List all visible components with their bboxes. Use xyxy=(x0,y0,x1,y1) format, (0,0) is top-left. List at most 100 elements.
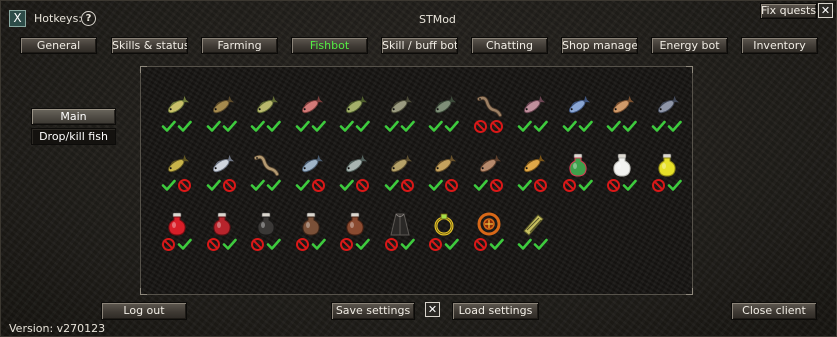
ban-icon[interactable] xyxy=(311,178,326,193)
tab-skills-status[interactable]: Skills & status xyxy=(111,37,188,54)
tab-skill-buff-bot[interactable]: Skill / buff bot xyxy=(381,37,458,54)
check-icon[interactable] xyxy=(250,119,265,134)
check-icon[interactable] xyxy=(578,178,593,193)
item-slot xyxy=(562,152,598,211)
tab-energy-bot[interactable]: Energy bot xyxy=(651,37,728,54)
check-icon[interactable] xyxy=(222,237,237,252)
tab-shop-manager[interactable]: Shop manager xyxy=(561,37,638,54)
ban-icon[interactable] xyxy=(355,178,370,193)
check-icon[interactable] xyxy=(444,237,459,252)
check-icon[interactable] xyxy=(295,119,310,134)
sidebar-item-drop-kill-fish[interactable]: Drop/kill fish xyxy=(31,128,116,145)
check-icon[interactable] xyxy=(428,119,443,134)
check-icon[interactable] xyxy=(339,178,354,193)
check-icon[interactable] xyxy=(295,178,310,193)
item-toggle-group xyxy=(517,119,553,134)
check-icon[interactable] xyxy=(400,119,415,134)
tab-general[interactable]: General xyxy=(20,37,97,54)
panel-corner xyxy=(686,288,693,295)
check-icon[interactable] xyxy=(206,178,221,193)
eel-icon xyxy=(253,152,279,178)
tab-fishbot[interactable]: Fishbot xyxy=(291,37,368,54)
ban-icon[interactable] xyxy=(562,178,577,193)
item-slot xyxy=(161,93,197,152)
ban-icon[interactable] xyxy=(222,178,237,193)
item-toggle-group xyxy=(384,237,420,252)
check-icon[interactable] xyxy=(606,119,621,134)
check-icon[interactable] xyxy=(384,119,399,134)
check-icon[interactable] xyxy=(222,119,237,134)
check-icon[interactable] xyxy=(517,237,532,252)
load-settings-button[interactable]: Load settings xyxy=(452,302,539,320)
fix-quests-button[interactable]: Fix quests: xyxy=(760,3,817,19)
ban-icon[interactable] xyxy=(473,237,488,252)
tab-chatting[interactable]: Chatting xyxy=(471,37,548,54)
check-icon[interactable] xyxy=(355,119,370,134)
tab-farming[interactable]: Farming xyxy=(201,37,278,54)
check-icon[interactable] xyxy=(177,237,192,252)
amulet-icon xyxy=(476,211,502,237)
check-icon[interactable] xyxy=(400,237,415,252)
item-slot xyxy=(517,211,553,270)
ban-icon[interactable] xyxy=(444,178,459,193)
check-icon[interactable] xyxy=(250,178,265,193)
ban-icon[interactable] xyxy=(339,237,354,252)
fish-item-panel xyxy=(140,66,693,295)
check-icon[interactable] xyxy=(206,119,221,134)
ban-icon[interactable] xyxy=(384,237,399,252)
check-icon[interactable] xyxy=(622,119,637,134)
check-icon[interactable] xyxy=(428,178,443,193)
ban-icon[interactable] xyxy=(651,178,666,193)
check-icon[interactable] xyxy=(384,178,399,193)
ban-icon[interactable] xyxy=(206,237,221,252)
ban-icon[interactable] xyxy=(533,178,548,193)
check-icon[interactable] xyxy=(177,119,192,134)
ban-icon[interactable] xyxy=(250,237,265,252)
check-icon[interactable] xyxy=(311,119,326,134)
save-settings-button[interactable]: Save settings xyxy=(331,302,415,320)
ban-icon[interactable] xyxy=(400,178,415,193)
ban-icon[interactable] xyxy=(473,119,488,134)
potion-icon xyxy=(164,211,190,237)
ban-icon[interactable] xyxy=(489,119,504,134)
ban-icon[interactable] xyxy=(295,237,310,252)
check-icon[interactable] xyxy=(517,119,532,134)
check-icon[interactable] xyxy=(562,119,577,134)
check-icon[interactable] xyxy=(339,119,354,134)
ban-icon[interactable] xyxy=(606,178,621,193)
check-icon[interactable] xyxy=(517,178,532,193)
check-icon[interactable] xyxy=(533,237,548,252)
check-icon[interactable] xyxy=(355,237,370,252)
check-icon[interactable] xyxy=(161,178,176,193)
check-icon[interactable] xyxy=(473,178,488,193)
tab-inventory[interactable]: Inventory xyxy=(741,37,818,54)
check-icon[interactable] xyxy=(444,119,459,134)
ban-icon[interactable] xyxy=(161,237,176,252)
ban-icon[interactable] xyxy=(489,178,504,193)
close-client-button[interactable]: Close client xyxy=(731,302,817,320)
check-icon[interactable] xyxy=(667,178,682,193)
check-icon[interactable] xyxy=(651,119,666,134)
fix-quests-close-button[interactable]: ✕ xyxy=(818,3,833,18)
check-icon[interactable] xyxy=(667,119,682,134)
auto-save-checkbox[interactable]: ✕ xyxy=(425,302,440,317)
check-icon[interactable] xyxy=(489,237,504,252)
check-icon[interactable] xyxy=(161,119,176,134)
check-icon[interactable] xyxy=(533,119,548,134)
fish-icon xyxy=(298,152,324,178)
sidebar-item-main[interactable]: Main xyxy=(31,108,116,125)
check-icon[interactable] xyxy=(266,119,281,134)
ban-icon[interactable] xyxy=(428,237,443,252)
item-slot xyxy=(161,152,197,211)
item-toggle-group xyxy=(428,237,464,252)
check-icon[interactable] xyxy=(622,178,637,193)
check-icon[interactable] xyxy=(311,237,326,252)
check-icon[interactable] xyxy=(578,119,593,134)
help-icon[interactable]: ? xyxy=(81,11,96,26)
logout-button[interactable]: Log out xyxy=(101,302,187,320)
ban-icon[interactable] xyxy=(177,178,192,193)
item-slot xyxy=(606,93,642,152)
window-close-button[interactable]: X xyxy=(9,10,26,27)
check-icon[interactable] xyxy=(266,178,281,193)
check-icon[interactable] xyxy=(266,237,281,252)
